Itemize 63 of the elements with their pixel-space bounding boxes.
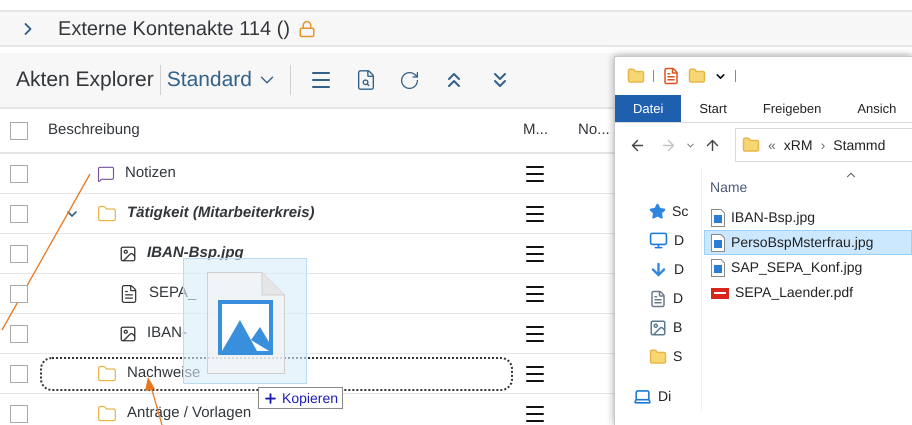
nav-item[interactable]: S (615, 342, 701, 371)
document-icon (119, 284, 139, 304)
file-item[interactable]: PersoBspMsterfrau.jpg (704, 230, 912, 255)
image-icon (119, 324, 137, 342)
nav-item[interactable]: B (615, 313, 701, 342)
row-label[interactable]: SEPA_ (149, 282, 196, 305)
nav-item[interactable]: D (615, 284, 701, 313)
file-item[interactable]: SEPA_Laender.pdf (704, 280, 912, 305)
page-title: Externe Kontenakte 114 () (58, 16, 290, 42)
folder-icon (97, 404, 117, 424)
star-icon (649, 203, 666, 220)
variant-select[interactable]: Standard (166, 64, 278, 96)
row-checkbox[interactable] (10, 164, 28, 182)
folder-icon (97, 364, 117, 384)
ribbon-tab[interactable]: Datei (615, 95, 682, 122)
download-icon (649, 260, 668, 279)
row-label[interactable]: Notizen (125, 162, 176, 185)
folder-icon (742, 136, 760, 154)
row-checkbox[interactable] (10, 284, 28, 302)
breadcrumb-item[interactable]: Stammd (833, 134, 886, 156)
row-label[interactable]: IBAN- (147, 322, 188, 345)
column-header[interactable]: M... (515, 119, 575, 142)
monitor-icon (649, 231, 668, 250)
file-item[interactable]: SAP_SEPA_Konf.jpg (704, 255, 912, 280)
overflow-marker[interactable]: « (768, 134, 776, 156)
explorer-title: Akten Explorer (16, 67, 154, 94)
ribbon-tab[interactable]: Start (681, 95, 745, 122)
computer-icon (633, 387, 652, 406)
breadcrumb-separator: › (820, 136, 826, 154)
ribbon-tab[interactable]: Freigeben (744, 95, 840, 122)
address-bar[interactable]: « xRM › Stammd (735, 128, 912, 162)
folder-icon (97, 204, 117, 224)
row-label[interactable]: Tätigkeit (Mitarbeiterkreis) (127, 202, 315, 225)
image-file-icon (711, 208, 725, 226)
row-checkbox[interactable] (10, 324, 28, 342)
nav-item[interactable]: Di (615, 382, 701, 411)
column-header[interactable]: Name (702, 167, 912, 205)
image-file-icon (711, 234, 725, 252)
refresh-icon[interactable] (398, 70, 420, 90)
nav-item[interactable]: D (615, 226, 701, 255)
row-checkbox[interactable] (10, 364, 28, 382)
column-header[interactable]: Beschreibung (40, 119, 515, 142)
ribbon-tab[interactable]: Ansich (839, 95, 912, 122)
note-icon (97, 164, 115, 182)
picture-icon (649, 318, 667, 336)
folder-icon (649, 348, 667, 366)
nav-item[interactable]: D (615, 255, 701, 284)
row-checkbox[interactable] (10, 244, 28, 262)
breadcrumb-item[interactable]: xRM (784, 134, 813, 156)
row-checkbox[interactable] (10, 404, 28, 422)
select-all-checkbox[interactable] (10, 122, 28, 140)
copy-label: Kopieren (282, 388, 338, 408)
nav-item[interactable]: Sc (615, 197, 701, 226)
row-label[interactable]: Nachweise (127, 362, 200, 385)
column-header[interactable]: No... (575, 119, 610, 142)
file-item[interactable]: IBAN-Bsp.jpg (704, 205, 912, 230)
row-label[interactable]: IBAN-Bsp.jpg (147, 242, 244, 265)
image-icon (119, 244, 137, 262)
document-icon (649, 290, 667, 308)
row-checkbox[interactable] (10, 204, 28, 222)
properties-icon[interactable] (662, 67, 680, 85)
image-file-icon (711, 258, 725, 276)
plus-icon (263, 390, 278, 406)
